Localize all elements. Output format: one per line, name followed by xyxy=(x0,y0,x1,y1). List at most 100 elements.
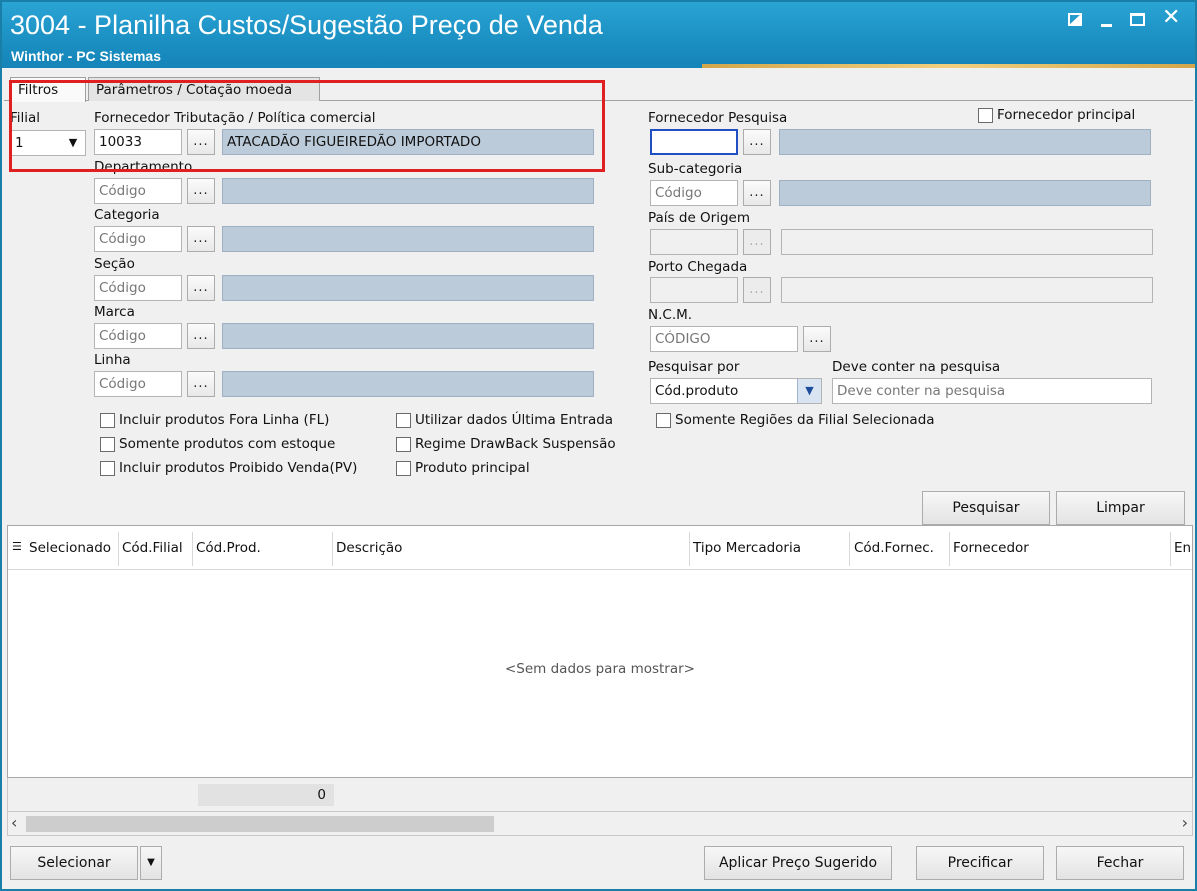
secao-lookup-button[interactable]: ... xyxy=(187,275,215,301)
col-en[interactable]: En xyxy=(1174,540,1191,556)
checkbox-box[interactable] xyxy=(396,460,411,476)
pesquisar-button[interactable]: Pesquisar xyxy=(922,491,1050,525)
pesquisar-por-select[interactable]: Cód.produto ▼ xyxy=(650,378,822,404)
tab-filtros[interactable]: Filtros xyxy=(10,77,86,102)
col-tipo-mercadoria[interactable]: Tipo Mercadoria xyxy=(693,540,801,556)
grid-header: ☰ Selecionado Cód.Filial Cód.Prod. Descr… xyxy=(8,526,1192,570)
checkbox-box[interactable] xyxy=(656,412,671,428)
col-divider xyxy=(118,532,119,566)
aplicar-preco-button[interactable]: Aplicar Preço Sugerido xyxy=(704,846,892,880)
chk-somente-regioes[interactable]: Somente Regiões da Filial Selecionada xyxy=(656,412,935,428)
categoria-code-field[interactable]: Código xyxy=(94,226,182,252)
chk-proibido-venda[interactable]: Incluir produtos Proibido Venda(PV) xyxy=(100,460,357,476)
checkbox-box[interactable] xyxy=(100,436,115,452)
marca-lookup-button[interactable]: ... xyxy=(187,323,215,349)
filial-value: 1 xyxy=(15,135,24,151)
fornecedor-pesquisa-label: Fornecedor Pesquisa xyxy=(648,110,788,126)
chevron-down-icon[interactable]: ▼ xyxy=(61,131,85,155)
fornecedor-lookup-button[interactable]: ... xyxy=(187,129,215,155)
ncm-label: N.C.M. xyxy=(648,307,693,323)
subcategoria-label: Sub-categoria xyxy=(648,161,743,177)
chk-com-estoque[interactable]: Somente produtos com estoque xyxy=(100,436,335,452)
col-divider xyxy=(1170,532,1171,566)
departamento-lookup-button[interactable]: ... xyxy=(187,178,215,204)
linha-desc-field xyxy=(222,371,594,397)
secao-desc-field xyxy=(222,275,594,301)
scrollbar-thumb[interactable] xyxy=(26,816,494,832)
porto-code-field[interactable] xyxy=(650,277,738,303)
chk-drawback-label: Regime DrawBack Suspensão xyxy=(415,436,616,452)
checkbox-box[interactable] xyxy=(396,436,411,452)
subcategoria-lookup-button[interactable]: ... xyxy=(743,180,771,206)
precificar-button[interactable]: Precificar xyxy=(916,846,1044,880)
fornecedor-pesquisa-field[interactable] xyxy=(650,129,738,155)
results-grid[interactable]: ☰ Selecionado Cód.Filial Cód.Prod. Descr… xyxy=(7,525,1193,778)
filial-label: Filial xyxy=(10,110,41,126)
chk-produto-principal[interactable]: Produto principal xyxy=(396,460,530,476)
pais-code-field[interactable] xyxy=(650,229,738,255)
col-cod-filial[interactable]: Cód.Filial xyxy=(122,540,183,556)
column-chooser-icon[interactable]: ☰ xyxy=(12,540,22,553)
fornecedor-pesquisa-lookup-button[interactable]: ... xyxy=(743,129,771,155)
pais-label: País de Origem xyxy=(648,210,751,226)
col-cod-prod[interactable]: Cód.Prod. xyxy=(196,540,261,556)
porto-label: Porto Chegada xyxy=(648,259,748,275)
pais-desc-field xyxy=(781,229,1153,255)
selecionar-dropdown-button[interactable]: ▼ xyxy=(140,846,162,880)
categoria-lookup-button[interactable]: ... xyxy=(187,226,215,252)
title-accent-line xyxy=(702,64,1195,68)
marca-code-field[interactable]: Código xyxy=(94,323,182,349)
linha-code-field[interactable]: Código xyxy=(94,371,182,397)
chk-ultima-entrada[interactable]: Utilizar dados Última Entrada xyxy=(396,412,613,428)
scroll-left-icon[interactable]: ‹ xyxy=(11,813,17,832)
checkbox-box[interactable] xyxy=(978,107,993,123)
porto-lookup-button[interactable]: ... xyxy=(743,277,771,303)
col-divider xyxy=(849,532,850,566)
scroll-right-icon[interactable]: › xyxy=(1182,813,1188,832)
fornecedor-code-field[interactable]: 10033 xyxy=(94,129,182,155)
secao-code-field[interactable]: Código xyxy=(94,275,182,301)
selecionar-button[interactable]: Selecionar xyxy=(10,846,138,880)
chevron-down-icon[interactable]: ▼ xyxy=(797,379,821,403)
minimize-button[interactable] xyxy=(1101,24,1112,27)
ncm-lookup-button[interactable]: ... xyxy=(803,326,831,352)
chk-fora-linha[interactable]: Incluir produtos Fora Linha (FL) xyxy=(100,412,329,428)
fornecedor-desc-field: ATACADÃO FIGUEIREDÃO IMPORTADO xyxy=(222,129,594,155)
categoria-desc-field xyxy=(222,226,594,252)
window-subtitle: Winthor - PC Sistemas xyxy=(11,48,162,64)
checkbox-box[interactable] xyxy=(100,460,115,476)
deve-conter-field[interactable]: Deve conter na pesquisa xyxy=(832,378,1152,404)
subcategoria-code-field[interactable]: Código xyxy=(650,180,738,206)
col-fornecedor[interactable]: Fornecedor xyxy=(953,540,1029,556)
chk-produto-principal-label: Produto principal xyxy=(415,460,530,476)
checkbox-box[interactable] xyxy=(100,412,115,428)
grid-footer: 0 xyxy=(7,778,1193,812)
pesquisar-por-value: Cód.produto xyxy=(655,383,739,399)
categoria-label: Categoria xyxy=(94,207,160,223)
chk-fora-linha-label: Incluir produtos Fora Linha (FL) xyxy=(119,412,330,428)
chk-fornecedor-principal[interactable]: Fornecedor principal xyxy=(978,107,1135,123)
tab-parametros[interactable]: Parâmetros / Cotação moeda xyxy=(88,77,320,101)
limpar-button[interactable]: Limpar xyxy=(1056,491,1185,525)
footer-total: 0 xyxy=(198,784,334,806)
chk-ultima-entrada-label: Utilizar dados Última Entrada xyxy=(415,412,614,428)
pais-lookup-button[interactable]: ... xyxy=(743,229,771,255)
linha-label: Linha xyxy=(94,352,131,368)
fechar-button[interactable]: Fechar xyxy=(1056,846,1184,880)
maximize-button[interactable] xyxy=(1130,13,1145,26)
chk-drawback[interactable]: Regime DrawBack Suspensão xyxy=(396,436,616,452)
horizontal-scrollbar[interactable]: ‹ › xyxy=(7,812,1193,836)
col-cod-fornec[interactable]: Cód.Fornec. xyxy=(854,540,934,556)
ncm-field[interactable]: CÓDIGO xyxy=(650,326,798,352)
subcategoria-desc-field xyxy=(779,180,1151,206)
departamento-code-field[interactable]: Código xyxy=(94,178,182,204)
linha-lookup-button[interactable]: ... xyxy=(187,371,215,397)
chk-somente-regioes-label: Somente Regiões da Filial Selecionada xyxy=(675,412,935,428)
main-window: 3004 - Planilha Custos/Sugestão Preço de… xyxy=(0,0,1197,891)
col-descricao[interactable]: Descrição xyxy=(336,540,402,556)
close-button[interactable]: ✕ xyxy=(1162,5,1180,30)
checkbox-box[interactable] xyxy=(396,412,411,428)
col-selecionado[interactable]: Selecionado xyxy=(29,540,111,556)
chk-com-estoque-label: Somente produtos com estoque xyxy=(119,436,336,452)
filial-select[interactable]: 1 ▼ xyxy=(10,130,86,156)
